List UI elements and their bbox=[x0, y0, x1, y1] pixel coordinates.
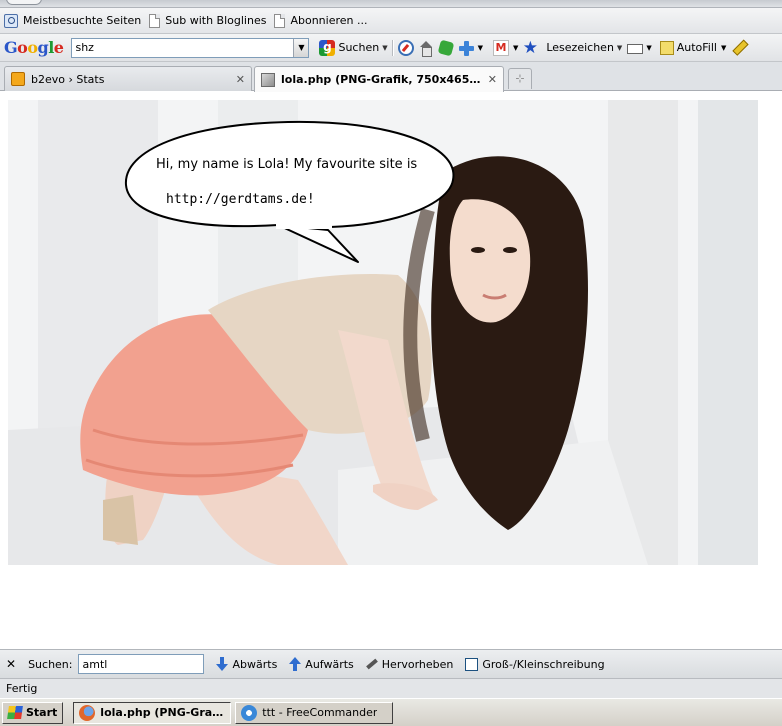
chevron-down-icon[interactable]: ▼ bbox=[478, 44, 483, 52]
bookmark-subscribe[interactable]: Abonnieren ... bbox=[274, 13, 368, 28]
highlighter-icon bbox=[363, 656, 380, 673]
google-toolbar: Google ▼ Suchen ▼ ▼ ▼ ★ Lesezeichen ▼ ▼ … bbox=[0, 34, 782, 62]
windows-taskbar: Start lola.php (PNG-Grafik... ttt - Free… bbox=[0, 698, 782, 726]
photo-illustration: Hi, my name is Lola! My favourite site i… bbox=[8, 100, 758, 565]
windows-logo-icon bbox=[7, 706, 23, 719]
taskbar-item-label: lola.php (PNG-Grafik... bbox=[100, 706, 225, 719]
pencil-icon[interactable] bbox=[727, 36, 750, 59]
back-button-edge[interactable] bbox=[6, 0, 42, 5]
start-label: Start bbox=[26, 706, 58, 719]
chevron-down-icon[interactable]: ▼ bbox=[646, 44, 651, 52]
close-icon[interactable]: ✕ bbox=[488, 73, 497, 86]
find-next-label: Abwärts bbox=[232, 657, 278, 671]
close-icon[interactable]: ✕ bbox=[6, 657, 16, 671]
bookmarks-menu-label: Lesezeichen bbox=[546, 41, 614, 54]
tab-label: lola.php (PNG-Grafik, 750x465 Pi... bbox=[281, 73, 482, 86]
match-case-checkbox[interactable] bbox=[465, 657, 479, 671]
highlight-button[interactable]: Hervorheben bbox=[366, 658, 454, 671]
tab-label: b2evo › Stats bbox=[31, 72, 105, 86]
bookmarks-menu-button[interactable]: Lesezeichen ▼ bbox=[546, 41, 622, 54]
google-logo[interactable]: Google bbox=[4, 38, 64, 57]
speech-bubble-line2: http://gerdtams.de! bbox=[166, 192, 315, 207]
google-search-label: Suchen bbox=[338, 41, 380, 54]
page-content: Hi, my name is Lola! My favourite site i… bbox=[0, 92, 782, 649]
taskbar-item-label: ttt - FreeCommander bbox=[262, 706, 378, 719]
lola-image: Hi, my name is Lola! My favourite site i… bbox=[8, 100, 758, 565]
arrow-up-icon bbox=[289, 657, 302, 671]
new-tab-button[interactable]: ⊹ bbox=[508, 68, 532, 89]
autofill-button[interactable]: AutoFill bbox=[659, 40, 717, 55]
page-icon bbox=[149, 13, 161, 28]
bookmark-label: Abonnieren ... bbox=[290, 14, 368, 27]
tab-lola-png[interactable]: lola.php (PNG-Grafik, 750x465 Pi... ✕ bbox=[254, 66, 504, 92]
find-previous-label: Aufwärts bbox=[305, 657, 354, 671]
search-folder-icon bbox=[4, 13, 18, 28]
bookmark-most-visited[interactable]: Meistbesuchte Seiten bbox=[4, 13, 142, 28]
puzzle-icon[interactable] bbox=[437, 39, 454, 56]
image-favicon-icon bbox=[261, 72, 275, 87]
bookmark-label: Sub with Bloglines bbox=[165, 14, 267, 27]
plus-icon[interactable] bbox=[458, 40, 474, 56]
status-text: Fertig bbox=[6, 682, 38, 695]
google-search-input[interactable] bbox=[72, 38, 294, 57]
star-icon[interactable]: ★ bbox=[522, 39, 538, 56]
compass-icon[interactable] bbox=[397, 39, 414, 56]
gmail-icon[interactable] bbox=[492, 39, 509, 56]
bookmark-label: Meistbesuchte Seiten bbox=[23, 14, 142, 27]
close-icon[interactable]: ✕ bbox=[236, 73, 245, 86]
b2evo-favicon-icon bbox=[11, 72, 25, 86]
tab-bar: b2evo › Stats ✕ lola.php (PNG-Grafik, 75… bbox=[0, 62, 782, 92]
freecommander-icon bbox=[241, 704, 258, 721]
bookmarks-toolbar: Meistbesuchte Seiten Sub with Bloglines … bbox=[0, 8, 782, 34]
chevron-down-icon[interactable]: ▼ bbox=[382, 44, 387, 52]
home-icon[interactable] bbox=[418, 40, 434, 57]
bookmark-bloglines[interactable]: Sub with Bloglines bbox=[149, 13, 267, 28]
bookmark-add-icon[interactable] bbox=[626, 40, 644, 56]
chevron-down-icon: ▼ bbox=[616, 43, 623, 52]
status-bar: Fertig bbox=[0, 678, 782, 698]
match-case-label: Groß-/Kleinschreibung bbox=[482, 657, 605, 671]
google-search-button[interactable]: Suchen ▼ bbox=[319, 39, 388, 56]
google-g-icon bbox=[319, 39, 336, 56]
find-previous-button[interactable]: Aufwärts bbox=[289, 657, 354, 671]
highlight-label: Hervorheben bbox=[381, 657, 454, 671]
autofill-label: AutoFill bbox=[676, 41, 717, 54]
find-input[interactable] bbox=[78, 654, 205, 674]
find-next-button[interactable]: Abwärts bbox=[216, 657, 277, 671]
speech-bubble-line1: Hi, my name is Lola! My favourite site i… bbox=[156, 157, 417, 172]
chevron-down-icon[interactable]: ▼ bbox=[293, 38, 309, 57]
taskbar-item-freecommander[interactable]: ttt - FreeCommander bbox=[235, 701, 394, 724]
match-case-toggle[interactable]: Groß-/Kleinschreibung bbox=[465, 657, 605, 671]
chevron-down-icon[interactable]: ▼ bbox=[513, 44, 518, 52]
start-button[interactable]: Start bbox=[2, 701, 64, 724]
find-label: Suchen: bbox=[28, 657, 73, 671]
firefox-icon bbox=[79, 704, 96, 721]
google-search-box: ▼ bbox=[71, 37, 310, 58]
tab-b2evo[interactable]: b2evo › Stats ✕ bbox=[4, 66, 252, 91]
arrow-down-icon bbox=[216, 657, 229, 671]
page-icon bbox=[274, 13, 286, 28]
window-top-strip bbox=[0, 0, 782, 8]
taskbar-item-firefox[interactable]: lola.php (PNG-Grafik... bbox=[73, 701, 232, 724]
toolbar-separator bbox=[391, 39, 394, 56]
find-bar: ✕ Suchen: Abwärts Aufwärts Hervorheben G… bbox=[0, 649, 782, 678]
autofill-icon bbox=[659, 40, 674, 55]
